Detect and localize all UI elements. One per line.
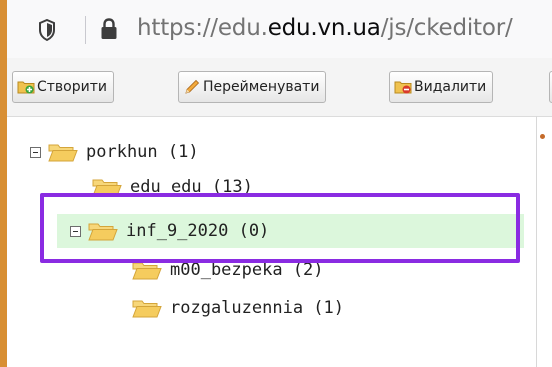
tree-node-root[interactable]: porkhun (1) xyxy=(30,142,199,162)
tree-node-label: m00_bezpeka (2) xyxy=(170,260,324,280)
url-domain: edu.vn.ua xyxy=(267,15,381,41)
open-folder-icon xyxy=(132,300,162,318)
delete-folder-icon xyxy=(394,81,412,94)
bullet-marker xyxy=(540,134,545,139)
new-folder-icon xyxy=(17,81,35,94)
tracking-protection-shield-icon[interactable] xyxy=(38,19,56,41)
lock-icon[interactable] xyxy=(100,18,118,40)
collapse-toggle-icon[interactable] xyxy=(30,146,41,158)
url-prefix: https://edu. xyxy=(137,15,268,41)
annotation-highlight-box xyxy=(40,193,520,263)
rename-button-label: Перейменувати xyxy=(203,79,320,95)
open-folder-icon xyxy=(48,144,78,162)
file-browser-toolbar: Створити Перейменувати Видалити xyxy=(7,58,552,117)
rename-button[interactable]: Перейменувати xyxy=(178,71,327,103)
tree-node-label: porkhun (1) xyxy=(86,142,199,162)
url-suffix: /js/ckeditor/ xyxy=(380,15,513,41)
tree-node[interactable]: m00_bezpeka (2) xyxy=(132,260,324,280)
create-folder-button[interactable]: Створити xyxy=(12,71,114,103)
delete-button[interactable]: Видалити xyxy=(389,71,494,103)
pane-divider[interactable] xyxy=(536,116,537,367)
pencil-icon xyxy=(185,79,200,94)
url-text[interactable]: https://edu.edu.vn.ua/js/ckeditor/ xyxy=(137,15,513,41)
delete-button-label: Видалити xyxy=(414,79,487,95)
tree-node-label: rozgaluzennia (1) xyxy=(170,298,344,318)
create-button-label: Створити xyxy=(37,79,107,95)
tree-node[interactable]: rozgaluzennia (1) xyxy=(132,298,344,318)
window-edge xyxy=(0,0,7,367)
open-folder-icon xyxy=(132,262,162,280)
urlbar-separator xyxy=(85,16,86,44)
address-bar[interactable]: https://edu.edu.vn.ua/js/ckeditor/ xyxy=(7,0,552,59)
